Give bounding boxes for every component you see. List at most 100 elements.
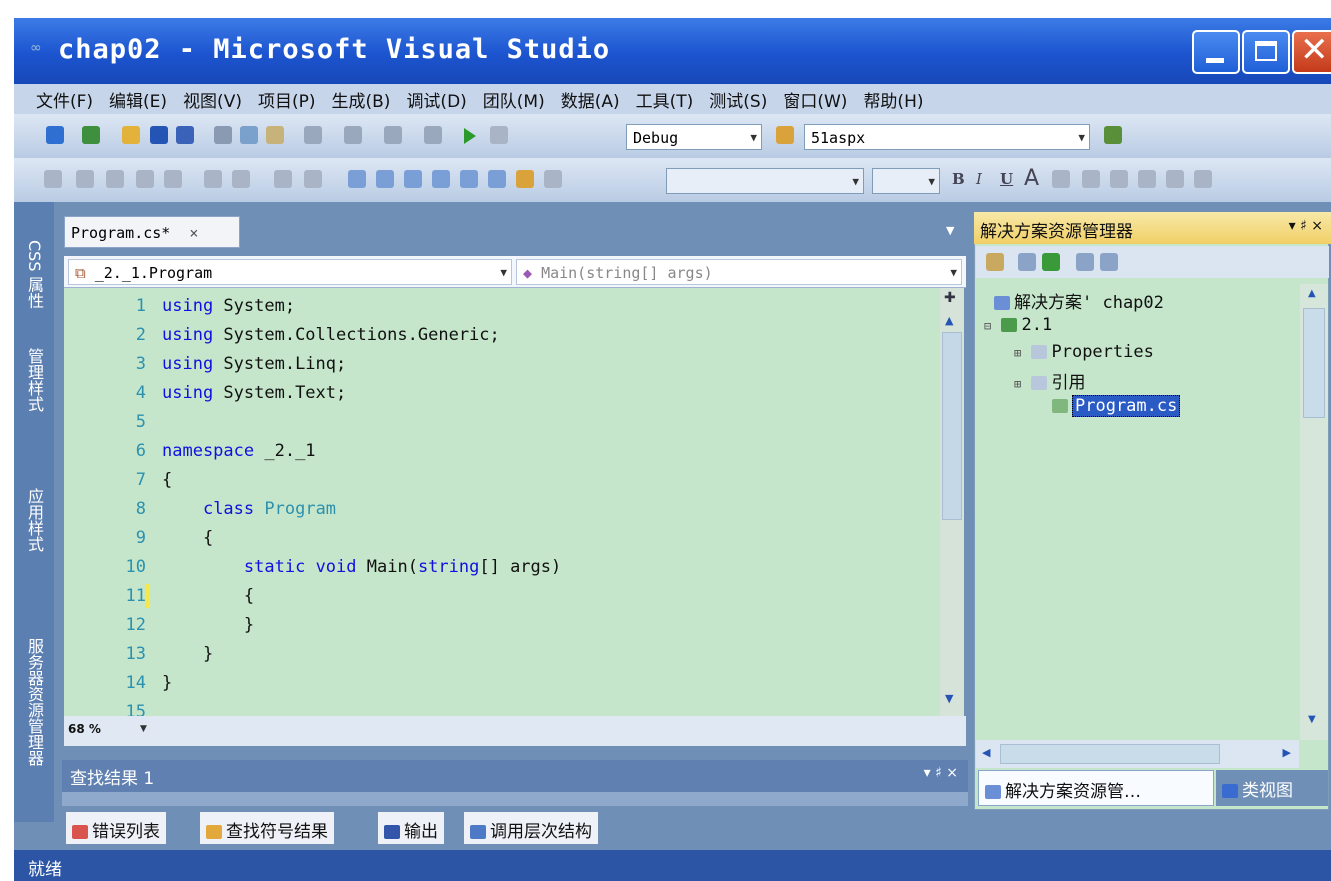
menu-view[interactable]: 视图(V)	[183, 87, 242, 112]
scroll-thumb[interactable]	[1000, 744, 1220, 764]
close-button[interactable]: ✕	[1292, 30, 1331, 74]
menu-help[interactable]: 帮助(H)	[863, 87, 923, 112]
tab-output[interactable]: 输出	[378, 812, 444, 844]
scroll-down-icon[interactable]: ▼	[1308, 714, 1316, 725]
cut-icon[interactable]	[214, 126, 232, 144]
tool-icon[interactable]	[544, 170, 562, 188]
class-dropdown[interactable]: ⧉ _2._1.Program ▼	[68, 259, 512, 285]
align-left-icon[interactable]	[1082, 170, 1100, 188]
solution-explorer-title-bar[interactable]: 解决方案资源管理器 ▾ ♯ ×	[974, 212, 1331, 244]
bookmark-clear-icon[interactable]	[460, 170, 478, 188]
minimize-button[interactable]	[1192, 30, 1240, 74]
bookmark-icon[interactable]	[348, 170, 366, 188]
panel-buttons[interactable]: ▾ ♯ ×	[924, 765, 958, 781]
expand-icon[interactable]: ⊞	[1014, 346, 1021, 360]
menu-window[interactable]: 窗口(W)	[783, 87, 847, 112]
open-file-icon[interactable]	[122, 126, 140, 144]
bold-button[interactable]: B	[952, 170, 965, 188]
bookmark-prev-icon[interactable]	[376, 170, 394, 188]
undo-icon[interactable]	[304, 126, 322, 144]
menu-edit[interactable]: 编辑(E)	[109, 87, 167, 112]
bookmark-folder-icon[interactable]	[432, 170, 450, 188]
tree-properties-node[interactable]: ⊞ Properties	[1014, 342, 1154, 362]
outdent-icon[interactable]	[204, 170, 222, 188]
save-icon[interactable]	[150, 126, 168, 144]
view-code-icon[interactable]	[1076, 253, 1094, 271]
paste-icon[interactable]	[266, 126, 284, 144]
italic-button[interactable]: I	[976, 170, 982, 188]
solution-explorer-horizontal-scrollbar[interactable]: ◀ ▶	[976, 740, 1299, 768]
tree-references-node[interactable]: ⊞ 引用	[1014, 368, 1085, 393]
menu-data[interactable]: 数据(A)	[561, 87, 620, 112]
tree-solution-node[interactable]: 解决方案' chap02	[994, 288, 1164, 313]
tab-class-view[interactable]: 类视图	[1216, 770, 1328, 806]
configuration-dropdown[interactable]: Debug ▼	[626, 124, 762, 150]
document-tab-program-cs[interactable]: Program.cs* ×	[64, 216, 240, 248]
solution-explorer-vertical-scrollbar[interactable]: ▲ ▼	[1300, 284, 1328, 740]
add-item-icon[interactable]	[82, 126, 100, 144]
attach-icon[interactable]	[490, 126, 508, 144]
menu-team[interactable]: 团队(M)	[483, 87, 545, 112]
zoom-level[interactable]: 68 %	[68, 722, 101, 736]
bullet-list-icon[interactable]	[1194, 170, 1212, 188]
tab-solution-explorer[interactable]: 解决方案资源管…	[978, 770, 1214, 806]
scroll-up-icon[interactable]: ▲	[945, 314, 953, 327]
new-project-icon[interactable]	[46, 126, 64, 144]
menu-tools[interactable]: 工具(T)	[636, 87, 694, 112]
comment-icon[interactable]	[274, 170, 292, 188]
start-debug-icon[interactable]	[464, 128, 476, 144]
save-all-icon[interactable]	[176, 126, 194, 144]
format-icon[interactable]	[106, 170, 124, 188]
editor-horizontal-scrollbar[interactable]	[64, 716, 966, 746]
font-size-dropdown[interactable]: ▼	[872, 168, 940, 194]
numbered-list-icon[interactable]	[1166, 170, 1184, 188]
menu-test[interactable]: 测试(S)	[709, 87, 767, 112]
split-icon[interactable]: ✚	[944, 290, 956, 306]
tab-find-symbol-results[interactable]: 查找符号结果	[200, 812, 334, 844]
underline-button[interactable]: U	[1000, 170, 1013, 188]
editor-vertical-scrollbar[interactable]: ✚ ▲ ▼	[940, 288, 964, 716]
align-center-icon[interactable]	[1110, 170, 1128, 188]
menu-debug[interactable]: 调试(D)	[406, 87, 466, 112]
align-right-icon[interactable]	[1138, 170, 1156, 188]
show-all-files-icon[interactable]	[1018, 253, 1036, 271]
refresh-icon[interactable]	[1042, 253, 1060, 271]
tree-program-cs-node[interactable]: Program.cs	[1052, 395, 1181, 417]
highlight-icon[interactable]	[1052, 170, 1070, 188]
properties-icon[interactable]	[986, 253, 1004, 271]
scroll-thumb[interactable]	[942, 332, 962, 520]
collapse-icon[interactable]: ⊟	[984, 319, 991, 333]
font-color-button[interactable]: A	[1024, 166, 1039, 191]
menu-project[interactable]: 项目(P)	[258, 87, 316, 112]
panel-buttons[interactable]: ▾ ♯ ×	[1289, 218, 1323, 234]
tab-dropdown-icon[interactable]: ▼	[946, 224, 954, 237]
maximize-button[interactable]	[1242, 30, 1290, 74]
manage-styles-tab[interactable]: 管理样式	[22, 348, 46, 412]
scroll-right-icon[interactable]: ▶	[1283, 746, 1291, 759]
menu-file[interactable]: 文件(F)	[36, 87, 93, 112]
redo-icon[interactable]	[344, 126, 362, 144]
tool-icon[interactable]	[516, 170, 534, 188]
solution-explorer-icon[interactable]	[1104, 126, 1122, 144]
font-size-icon[interactable]	[136, 170, 154, 188]
tree-project-node[interactable]: ⊟ 2.1	[984, 315, 1052, 335]
indent-icon[interactable]	[232, 170, 250, 188]
copy-icon[interactable]	[240, 126, 258, 144]
format-icon[interactable]	[76, 170, 94, 188]
scroll-up-icon[interactable]: ▲	[1308, 288, 1316, 299]
scroll-thumb[interactable]	[1303, 308, 1325, 418]
server-explorer-tab[interactable]: 服务器资源管理器	[22, 638, 46, 766]
apply-styles-tab[interactable]: 应用样式	[22, 488, 46, 552]
style-icon[interactable]	[164, 170, 182, 188]
class-diagram-icon[interactable]	[1100, 253, 1118, 271]
html-tool-icon[interactable]	[44, 170, 62, 188]
close-tab-icon[interactable]: ×	[189, 224, 198, 242]
css-properties-tab[interactable]: CSS 属性	[22, 240, 46, 309]
bookmark-next-icon[interactable]	[404, 170, 422, 188]
zoom-dropdown-icon[interactable]: ▼	[140, 724, 147, 734]
find-results-panel-title[interactable]: 查找结果 1 ▾ ♯ ×	[62, 760, 968, 792]
member-dropdown[interactable]: ◆ Main(string[] args) ▼	[516, 259, 962, 285]
find-in-files-icon[interactable]	[776, 126, 794, 144]
project-combo[interactable]: 51aspx ▼	[804, 124, 1090, 150]
expand-icon[interactable]: ⊞	[1014, 377, 1021, 391]
